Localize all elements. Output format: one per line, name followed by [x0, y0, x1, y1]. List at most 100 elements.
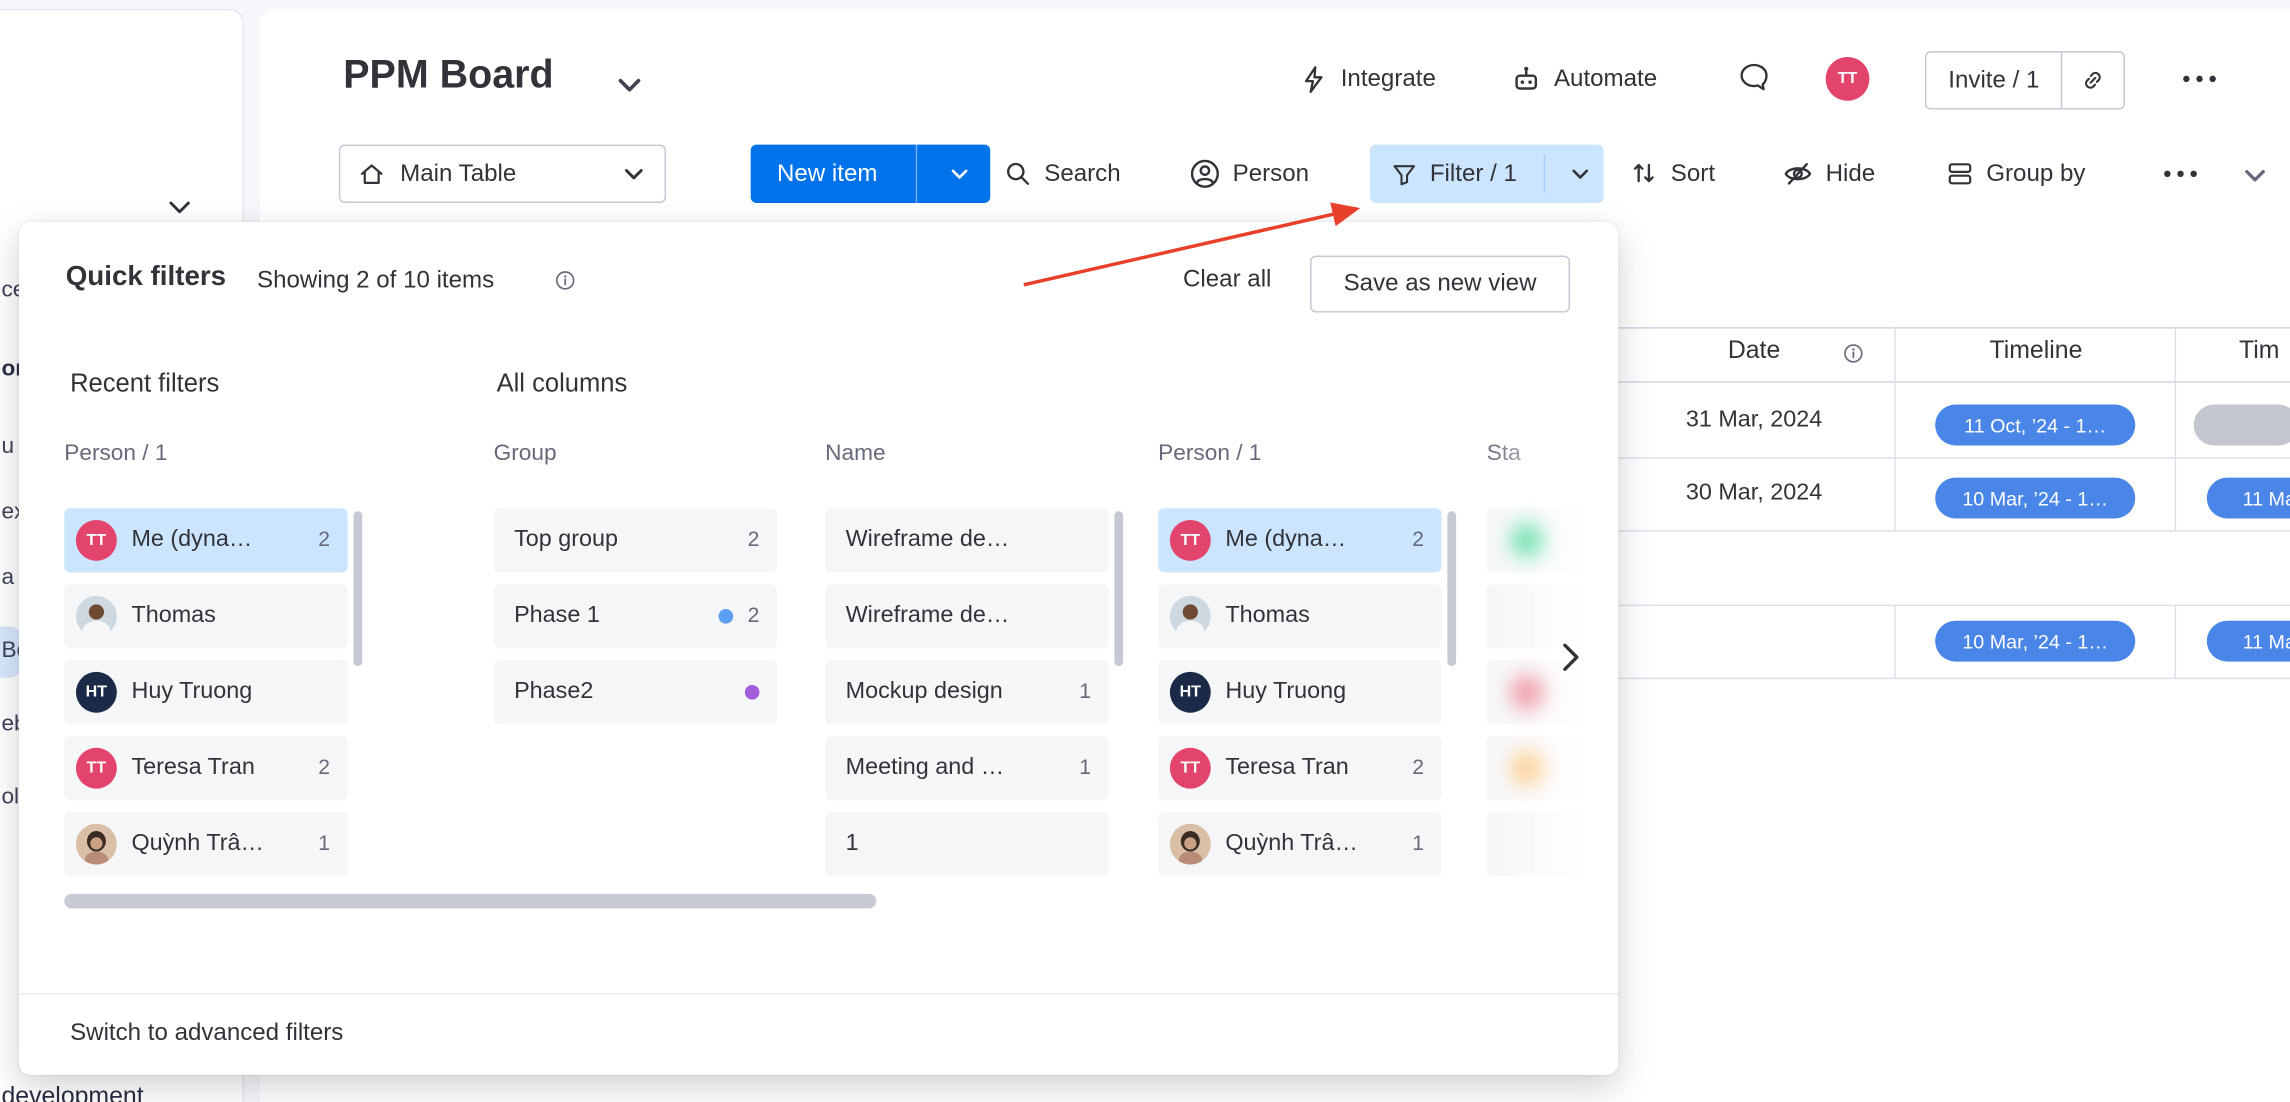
new-item-button[interactable]: New item	[751, 145, 904, 203]
person-filter-button[interactable]: Person	[1180, 145, 1318, 203]
filter-dropdown-button[interactable]	[1557, 162, 1604, 185]
filter-label: Filter / 1	[1430, 160, 1517, 188]
filter-option-list: TTMe (dyna…2ThomasHTHuy TruongTTTeresa T…	[1158, 508, 1441, 876]
column-header-time2[interactable]: Tim	[2239, 336, 2290, 365]
filter-option[interactable]: Quỳnh Trâ…1	[64, 812, 347, 876]
filter-option[interactable]: Top group2	[494, 508, 777, 572]
divider	[915, 145, 916, 203]
sidebar-item-fragment[interactable]: a	[1, 565, 14, 591]
timeline-pill[interactable]: 11 Oct, ’24 - 1…	[1935, 405, 2135, 446]
date-cell[interactable]: 30 Mar, 2024	[1671, 481, 1837, 507]
filter-option-label: Thomas	[1225, 603, 1309, 629]
timeline-pill[interactable]: 10 Mar, ’24 - 1…	[1935, 478, 2135, 519]
group-color-dot	[718, 609, 733, 624]
filter-option[interactable]: Wireframe design	[825, 508, 1108, 572]
board-title-chevron-icon[interactable]	[613, 69, 645, 101]
group-by-button[interactable]: Group by	[1937, 145, 2095, 203]
status-color-blob	[1513, 751, 1548, 786]
switch-to-advanced-filters-link[interactable]: Switch to advanced filters	[70, 1019, 343, 1047]
horizontal-scrollbar[interactable]	[64, 894, 876, 909]
hide-eye-icon	[1782, 158, 1814, 190]
sort-button[interactable]: Sort	[1621, 145, 1724, 203]
all-columns-section-label: All columns	[497, 368, 628, 399]
filter-column-name: Name Wireframe design Wireframe desig… Moc…	[825, 441, 1108, 888]
filter-option[interactable]: Wireframe desig…	[825, 584, 1108, 648]
search-button[interactable]: Search	[995, 145, 1130, 203]
filter-option[interactable]	[1487, 508, 1618, 572]
panel-collapse-chevron-icon[interactable]	[161, 188, 199, 226]
filter-column-recent-person: Person / 1 TTMe (dyna…2ThomasHTHuy Truon…	[64, 441, 347, 888]
vertical-scrollbar[interactable]	[1114, 511, 1123, 666]
header-more-options-icon[interactable]	[2181, 73, 2219, 85]
chevron-down-icon	[1569, 162, 1592, 185]
filter-option-count: 2	[748, 529, 760, 552]
table-border	[1618, 327, 2290, 328]
filter-column-header: Sta	[1487, 441, 1618, 482]
filter-option[interactable]: HTHuy Truong	[64, 660, 347, 724]
table-column-divider	[1894, 327, 1895, 531]
group-by-label: Group by	[1986, 160, 2085, 188]
filter-option[interactable]: 1	[825, 812, 1108, 876]
filter-option-label: Me (dyna…	[1225, 527, 1346, 553]
group-color-dot	[745, 685, 760, 700]
filter-button[interactable]: Filter / 1	[1370, 160, 1532, 188]
copy-link-button[interactable]	[2063, 53, 2124, 108]
chat-icon[interactable]	[1737, 60, 1772, 95]
filter-option[interactable]: Meeting and Re…1	[825, 736, 1108, 800]
invite-button-group: Invite / 1	[1925, 51, 2126, 109]
filter-option[interactable]: Mockup design1	[825, 660, 1108, 724]
filter-column-header: Name	[825, 441, 1108, 482]
timeline-pill[interactable]: 10 Mar, ’24 - 1…	[1935, 621, 2135, 662]
integrate-button[interactable]: Integrate	[1298, 61, 1435, 96]
filter-option[interactable]	[1487, 736, 1618, 800]
timeline-pill[interactable]: 11 Mar	[2207, 478, 2290, 519]
table-row-border	[1618, 605, 2290, 606]
column-header-date[interactable]: Date	[1691, 336, 1817, 365]
sidebar-item-fragment[interactable]: development	[1, 1082, 143, 1102]
filter-option[interactable]: TTMe (dyna…2	[1158, 508, 1441, 572]
filter-option[interactable]: Thomas	[1158, 584, 1441, 648]
filter-column-group: Group Top group2 Phase 12 Phase2	[494, 441, 777, 736]
vertical-scrollbar[interactable]	[353, 511, 362, 666]
link-icon	[2080, 67, 2106, 93]
filter-option[interactable]: Phase2	[494, 660, 777, 724]
new-item-dropdown-button[interactable]	[929, 145, 990, 203]
automate-button[interactable]: Automate	[1510, 61, 1657, 96]
toolbar-more-options-icon[interactable]	[2162, 168, 2200, 180]
filter-option[interactable]: HTHuy Truong	[1158, 660, 1441, 724]
vertical-scrollbar[interactable]	[1447, 511, 1456, 666]
user-avatar[interactable]: TT	[1826, 57, 1870, 101]
timeline-pill[interactable]: 11 Mar	[2207, 621, 2290, 662]
avatar-initials: TT	[1170, 520, 1211, 561]
table-column-divider	[2175, 327, 2176, 531]
filter-column-header: Person / 1	[1158, 441, 1441, 482]
filter-option[interactable]: TTTeresa Tran2	[64, 736, 347, 800]
timeline-pill-empty[interactable]	[2194, 405, 2290, 446]
filter-option-list: Top group2 Phase 12 Phase2	[494, 508, 777, 724]
column-header-timeline[interactable]: Timeline	[1954, 336, 2118, 365]
info-icon[interactable]	[1842, 342, 1865, 365]
filter-option[interactable]	[1487, 812, 1618, 876]
filter-column-header: Group	[494, 441, 777, 482]
clear-all-button[interactable]: Clear all	[1183, 266, 1271, 294]
sidebar-item-fragment[interactable]: ol	[1, 784, 19, 810]
toolbar-collapse-chevron-icon[interactable]	[2240, 161, 2269, 190]
filter-option-count: 2	[318, 757, 330, 780]
scroll-right-chevron-icon[interactable]	[1550, 637, 1591, 678]
view-selector-main-table[interactable]: Main Table	[339, 145, 666, 203]
hide-button[interactable]: Hide	[1773, 145, 1884, 203]
invite-button[interactable]: Invite / 1	[1926, 53, 2061, 108]
filter-option[interactable]: Quỳnh Trâ…1	[1158, 812, 1441, 876]
filter-option[interactable]: Thomas	[64, 584, 347, 648]
info-icon[interactable]	[554, 269, 577, 292]
table-column-divider	[1894, 605, 1895, 679]
chevron-down-icon	[621, 161, 647, 187]
search-label: Search	[1044, 160, 1120, 188]
view-selector-label: Main Table	[400, 160, 516, 188]
filter-option[interactable]: Phase 12	[494, 584, 777, 648]
filter-option[interactable]: TTMe (dyna…2	[64, 508, 347, 572]
date-cell[interactable]: 31 Mar, 2024	[1671, 407, 1837, 433]
filter-option[interactable]: TTTeresa Tran2	[1158, 736, 1441, 800]
save-as-new-view-button[interactable]: Save as new view	[1310, 256, 1570, 313]
sidebar-item-fragment[interactable]: u	[1, 434, 14, 460]
